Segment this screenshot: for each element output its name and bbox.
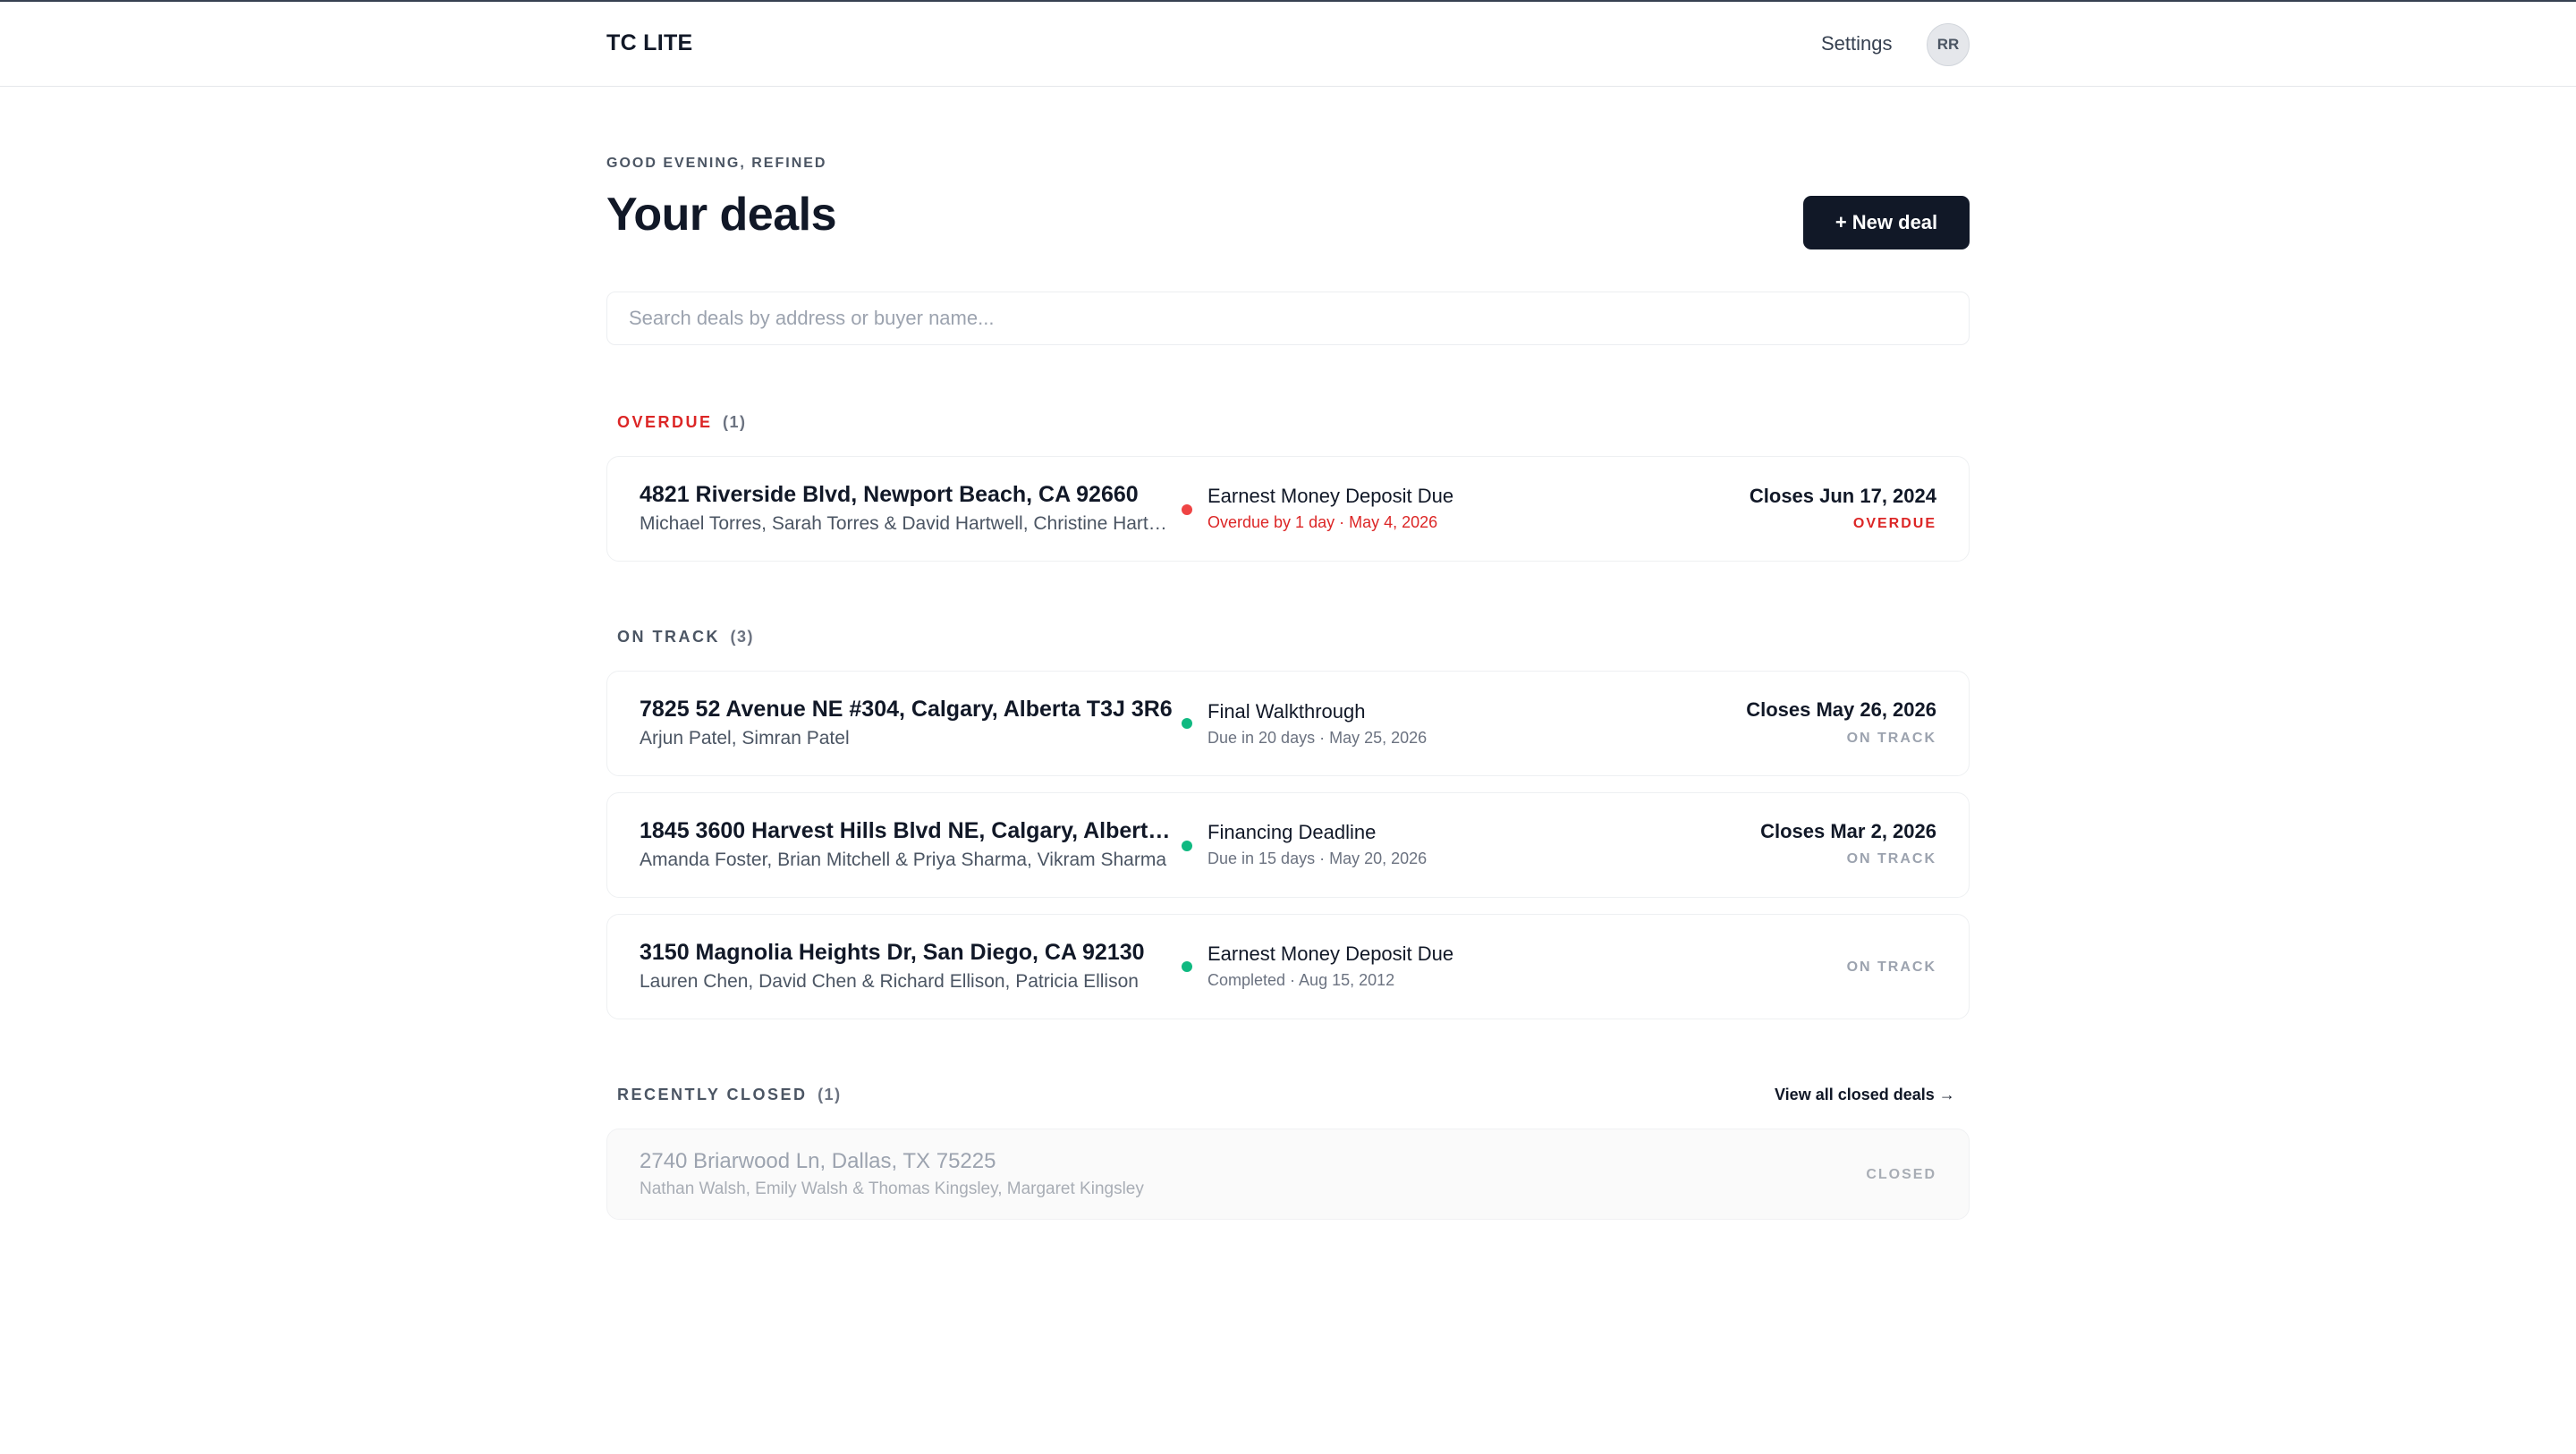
status-badge: OVERDUE — [1852, 516, 1936, 531]
deal-address: 7825 52 Avenue NE #304, Calgary, Alberta… — [640, 697, 1173, 722]
section-title: RECENTLY CLOSED — [617, 1086, 808, 1103]
status-dot — [1182, 961, 1192, 972]
deal-address: 2740 Briarwood Ln, Dallas, TX 75225 — [640, 1149, 996, 1173]
section-title: OVERDUE — [617, 413, 713, 431]
status-badge: ON TRACK — [1846, 851, 1936, 866]
section-label-recently-closed: RECENTLY CLOSED (1) — [617, 1086, 842, 1104]
section-count: (1) — [818, 1086, 842, 1103]
next-task: Earnest Money Deposit Due — [1208, 485, 1454, 507]
status-badge: ON TRACK — [1846, 959, 1936, 975]
brand-logo[interactable]: TC LITE — [606, 30, 693, 56]
deal-buyers: Arjun Patel, Simran Patel — [640, 728, 850, 748]
next-task-due: Overdue by 1 day · May 4, 2026 — [1208, 513, 1438, 531]
deal-buyers: Michael Torres, Sarah Torres & David Har… — [640, 513, 1176, 534]
deal-buyers: Amanda Foster, Brian Mitchell & Priya Sh… — [640, 850, 1166, 870]
close-date: Closes Jun 17, 2024 — [1749, 485, 1936, 507]
next-task-due: Due in 20 days · May 25, 2026 — [1208, 729, 1428, 747]
section-label-overdue: OVERDUE (1) — [617, 413, 747, 432]
close-date: Closes May 26, 2026 — [1746, 698, 1936, 721]
next-task-due: Due in 15 days · May 20, 2026 — [1208, 850, 1428, 867]
app-header: TC LITE Settings RR — [0, 2, 2576, 87]
next-task: Final Walkthrough — [1208, 700, 1366, 723]
deal-card-closed[interactable]: 2740 Briarwood Ln, Dallas, TX 75225 Nath… — [606, 1129, 1970, 1220]
status-badge: ON TRACK — [1846, 731, 1936, 746]
status-dot — [1182, 841, 1192, 851]
close-date: Closes Mar 2, 2026 — [1760, 820, 1936, 842]
new-deal-button[interactable]: + New deal — [1803, 196, 1970, 249]
search-input[interactable] — [606, 292, 1970, 345]
next-task-due: Completed · Aug 15, 2012 — [1208, 971, 1395, 989]
deal-card[interactable]: 3150 Magnolia Heights Dr, San Diego, CA … — [606, 914, 1970, 1019]
section-count: (3) — [730, 628, 755, 646]
settings-link[interactable]: Settings — [1821, 32, 1893, 55]
deal-card[interactable]: 4821 Riverside Blvd, Newport Beach, CA 9… — [606, 456, 1970, 562]
next-task: Financing Deadline — [1208, 821, 1377, 843]
greeting: GOOD EVENING, REFINED — [606, 156, 827, 171]
status-dot — [1182, 718, 1192, 729]
view-all-closed-link[interactable]: View all closed deals → — [1775, 1086, 1955, 1104]
section-title: ON TRACK — [617, 628, 720, 646]
deal-address: 1845 3600 Harvest Hills Blvd NE, Calgary… — [640, 818, 1176, 843]
status-badge: CLOSED — [1866, 1167, 1936, 1182]
deal-address: 3150 Magnolia Heights Dr, San Diego, CA … — [640, 940, 1145, 965]
section-label-on-track: ON TRACK (3) — [617, 628, 754, 647]
deal-buyers: Lauren Chen, David Chen & Richard Elliso… — [640, 971, 1139, 992]
deal-buyers: Nathan Walsh, Emily Walsh & Thomas Kings… — [640, 1179, 1144, 1198]
status-dot — [1182, 504, 1192, 515]
next-task: Earnest Money Deposit Due — [1208, 943, 1454, 965]
section-count: (1) — [723, 413, 747, 431]
avatar[interactable]: RR — [1927, 23, 1970, 66]
deal-address: 4821 Riverside Blvd, Newport Beach, CA 9… — [640, 482, 1139, 507]
deal-card[interactable]: 7825 52 Avenue NE #304, Calgary, Alberta… — [606, 671, 1970, 776]
page-title: Your deals — [606, 189, 837, 241]
deal-card[interactable]: 1845 3600 Harvest Hills Blvd NE, Calgary… — [606, 792, 1970, 898]
